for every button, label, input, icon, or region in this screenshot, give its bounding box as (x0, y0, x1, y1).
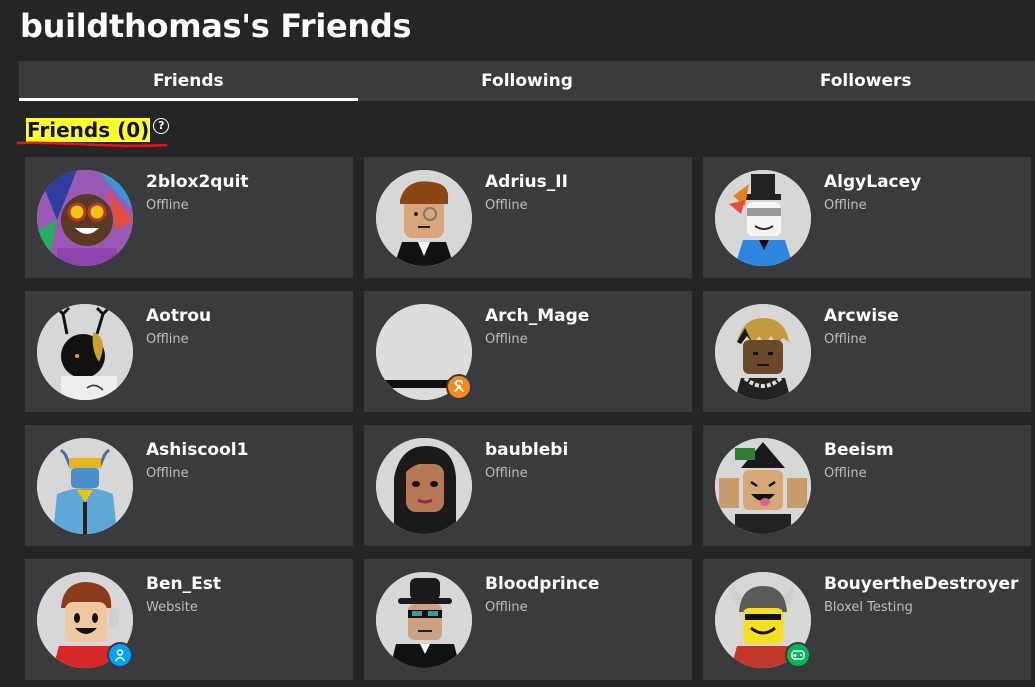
friends-grid: 2blox2quit Offline Adrius_II Offline Alg… (25, 157, 1035, 680)
friend-card[interactable]: Arch_Mage Offline (364, 291, 692, 412)
page-title: buildthomas's Friends (20, 7, 412, 45)
friend-card[interactable]: Beeism Offline (703, 425, 1031, 546)
tab-friends[interactable]: Friends (19, 61, 358, 101)
avatar[interactable] (376, 170, 472, 266)
avatar[interactable] (715, 304, 811, 400)
friend-card[interactable]: Adrius_II Offline (364, 157, 692, 278)
friend-card[interactable]: Ashiscool1 Offline (25, 425, 353, 546)
gamepad-icon (785, 642, 811, 668)
user-icon (107, 642, 133, 668)
friend-status: Offline (824, 198, 867, 213)
friend-card[interactable]: Aotrou Offline (25, 291, 353, 412)
tab-bar: Friends Following Followers (19, 61, 1035, 101)
friend-status: Offline (146, 466, 189, 481)
friend-status: Website (146, 600, 198, 615)
avatar[interactable] (715, 170, 811, 266)
help-icon[interactable]: ? (153, 118, 170, 134)
friend-name[interactable]: Ben_Est (146, 574, 221, 594)
friend-card[interactable]: Bloodprince Offline (364, 559, 692, 680)
friend-status: Offline (485, 466, 528, 481)
tab-followers[interactable]: Followers (696, 61, 1035, 101)
friend-name[interactable]: BouyertheDestroyer (824, 574, 1018, 594)
friend-card[interactable]: Arcwise Offline (703, 291, 1031, 412)
friend-name[interactable]: Beeism (824, 440, 894, 460)
friend-status: Bloxel Testing (824, 600, 913, 615)
friend-status: Offline (485, 600, 528, 615)
friend-status: Offline (146, 332, 189, 347)
friend-card[interactable]: 2blox2quit Offline (25, 157, 353, 278)
friend-card[interactable]: AlgyLacey Offline (703, 157, 1031, 278)
avatar[interactable] (37, 304, 133, 400)
friend-status: Offline (824, 332, 867, 347)
avatar[interactable] (376, 572, 472, 668)
friend-card[interactable]: baublebi Offline (364, 425, 692, 546)
friend-name[interactable]: Arch_Mage (485, 306, 589, 326)
avatar[interactable] (37, 438, 133, 534)
friend-status: Offline (485, 332, 528, 347)
studio-icon (446, 374, 472, 400)
friend-name[interactable]: Arcwise (824, 306, 899, 326)
friend-status: Offline (485, 198, 528, 213)
friend-name[interactable]: Adrius_II (485, 172, 568, 192)
friend-name[interactable]: 2blox2quit (146, 172, 249, 192)
friend-name[interactable]: Bloodprince (485, 574, 599, 594)
friend-name[interactable]: Ashiscool1 (146, 440, 248, 460)
avatar[interactable] (37, 170, 133, 266)
friend-name[interactable]: Aotrou (146, 306, 211, 326)
friend-card[interactable]: BouyertheDestroyer Bloxel Testing (703, 559, 1031, 680)
friend-card[interactable]: Ben_Est Website (25, 559, 353, 680)
avatar[interactable] (376, 438, 472, 534)
friend-status: Offline (824, 466, 867, 481)
annotation-underline (17, 141, 168, 147)
friend-name[interactable]: baublebi (485, 440, 568, 460)
tab-following[interactable]: Following (358, 61, 697, 101)
friend-name[interactable]: AlgyLacey (824, 172, 921, 192)
avatar[interactable] (715, 438, 811, 534)
friend-status: Offline (146, 198, 189, 213)
